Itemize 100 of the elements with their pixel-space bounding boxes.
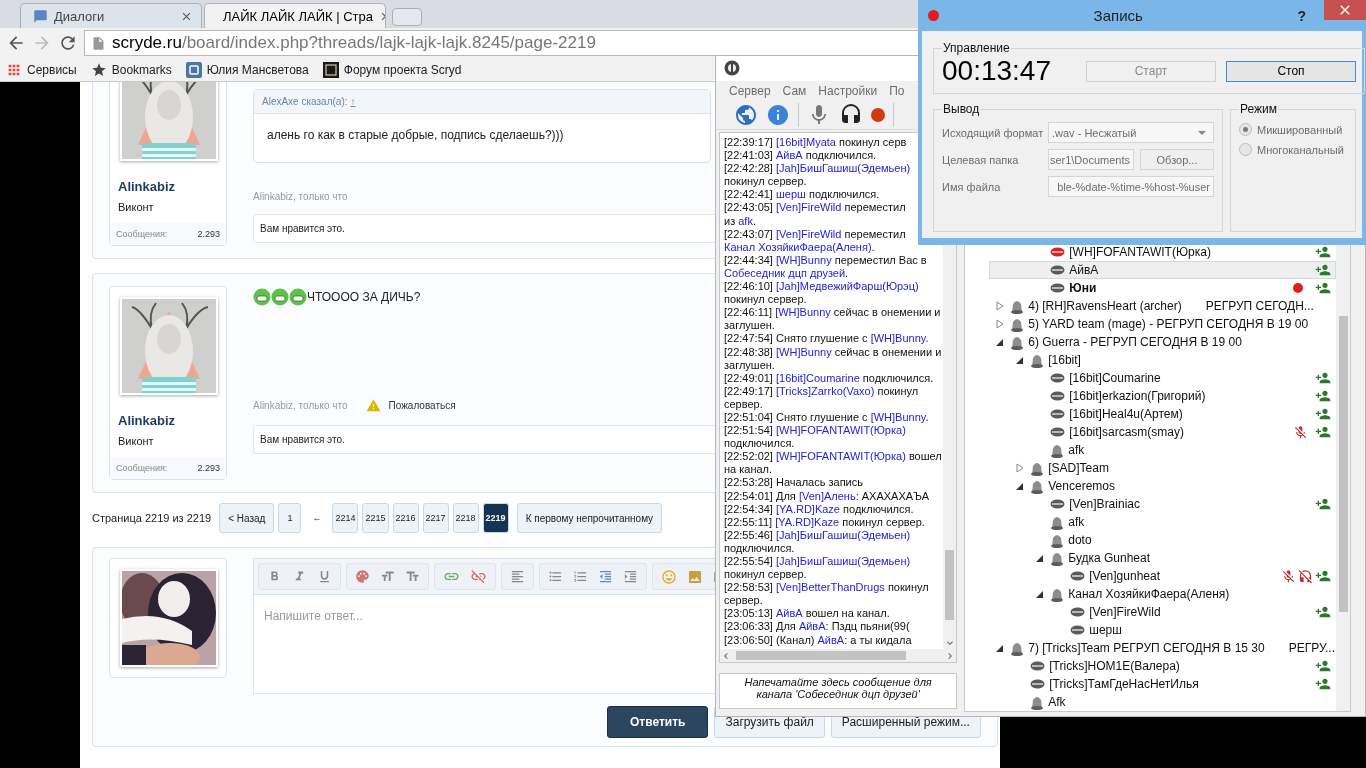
prev-button[interactable]: < Назад (219, 503, 275, 533)
collapse-arrow-icon[interactable] (1016, 481, 1025, 491)
browser-tab[interactable]: ЛАЙК ЛАЙК ЛАЙК | Стра (204, 3, 386, 28)
user-link[interactable]: [Ven]BetterThanDrugs (776, 581, 885, 594)
user-item[interactable]: [Tricks]HOM1E(Валера) (989, 657, 1336, 675)
user-item[interactable]: [16bit]sarcasm(smay) (989, 423, 1336, 441)
bookmark-link[interactable]: Форум проекта Scryd (322, 61, 462, 78)
stop-button[interactable]: Стоп (1226, 60, 1356, 82)
scroll-thumb[interactable] (945, 550, 955, 620)
user-link[interactable]: шерш (776, 188, 806, 201)
channel-item[interactable]: 4) [RH]RavensHeart (archer) РЕГРУП СЕГОДН... (989, 297, 1336, 315)
user-item[interactable]: [Ven]gunheat (989, 567, 1336, 585)
info-icon[interactable] (766, 102, 790, 127)
channel-item[interactable]: 7) [Tricks]Team РЕГРУП СЕГОДНЯ В 15 30 РЕГРУ... (989, 639, 1336, 657)
bookmark-link[interactable]: Bookmarks (90, 61, 172, 78)
first-unread-button[interactable]: К первому непрочитанному (516, 503, 663, 533)
menu-item[interactable]: Настройки (818, 83, 878, 98)
collapse-arrow-icon[interactable] (1016, 355, 1025, 365)
user-link[interactable]: АйвА (776, 607, 803, 620)
close-button[interactable] (1324, 0, 1366, 20)
user-link[interactable]: [16bit]Myata (776, 136, 836, 148)
scroll-thumb[interactable] (1338, 316, 1348, 612)
indent-icon[interactable] (623, 569, 638, 584)
bookmark-link[interactable]: Сервисы (6, 61, 77, 78)
channel-item[interactable]: doto (989, 531, 1336, 549)
channel-item[interactable]: 6) Guerra - РЕГРУП СЕГОДНЯ В 19 00 (989, 333, 1336, 351)
bullet-list-icon[interactable] (548, 569, 563, 584)
user-item[interactable]: [16bit]Coumarine (989, 369, 1336, 387)
folder-field[interactable]: ser1\Documents (1048, 149, 1134, 170)
user-link[interactable]: [Jah]БишГашиш(Эдемьен) (776, 528, 911, 541)
collapse-arrow-icon[interactable] (996, 643, 1005, 653)
user-link[interactable]: [Jah]БишГашиш(Эдемьен) (776, 162, 911, 175)
user-link[interactable]: [WH]Bunny (776, 345, 832, 358)
underline-icon[interactable] (317, 569, 332, 584)
collapse-arrow-icon[interactable] (996, 337, 1005, 347)
user-item[interactable]: [16bit]Heal4u(Артем) (989, 405, 1336, 423)
user-link[interactable]: [WH]FOFANTAWIT(Юрка) (776, 424, 906, 437)
palette-icon[interactable] (355, 569, 370, 584)
channel-item[interactable]: 5) YARD team (mage) - РЕГРУП СЕГОДНЯ В 19 00 (989, 315, 1336, 333)
channel-item[interactable]: [SAD]Team (989, 459, 1336, 477)
new-tab-button[interactable] (392, 8, 422, 26)
user-link[interactable]: [Jah]МедвежийФарш(Юрэц) (776, 280, 919, 293)
page-button[interactable]: 2216 (392, 503, 419, 533)
user-item[interactable]: шерш (989, 621, 1336, 639)
user-link[interactable]: [WH]Bunny (775, 306, 831, 319)
user-link[interactable]: [Tricks]Zarrko(Vaxo) (776, 384, 875, 397)
scroll-thumb[interactable] (736, 651, 906, 660)
browser-tab[interactable]: Диалоги (20, 3, 202, 28)
message-input[interactable]: Напечатайте здесь сообщение для канала 'Собеседник дцп друзей' (719, 673, 958, 709)
menu-item[interactable]: Сервер (729, 83, 771, 98)
align-left-icon[interactable] (510, 569, 525, 584)
user-link[interactable]: АйвА (776, 149, 803, 162)
page-button[interactable]: 2214 (332, 503, 359, 533)
page-button[interactable]: 1 (278, 503, 302, 533)
user-link[interactable]: [Ven]FireWild (776, 201, 842, 214)
user-link[interactable]: [YA.RD]Kaze (775, 515, 840, 528)
menu-item[interactable]: По (889, 83, 905, 98)
user-link[interactable]: [YA.RD]Kaze (776, 502, 840, 515)
mode-radio[interactable]: Микшированный (1239, 123, 1347, 136)
browse-button[interactable]: Обзор... (1140, 149, 1214, 170)
globe-icon[interactable] (734, 102, 758, 127)
smiley-icon[interactable] (661, 568, 677, 585)
help-button[interactable]: ? (1297, 7, 1306, 24)
unlink-icon[interactable] (470, 568, 487, 585)
user-link[interactable]: [Ven]FireWild (776, 227, 842, 240)
user-item[interactable]: Юни (989, 279, 1336, 297)
user-item[interactable]: [Tricks]ТамГдеНасНетИлья (989, 675, 1336, 693)
channel-item[interactable]: afk (989, 441, 1336, 459)
filename-field[interactable]: ble-%date-%time-%host-%user (1048, 176, 1214, 197)
user-item[interactable]: [Ven]FireWild (989, 603, 1336, 621)
page-button[interactable]: 2215 (362, 503, 389, 533)
page-button[interactable]: 2219 (482, 503, 509, 533)
channel-item[interactable]: [16bit] (989, 351, 1336, 369)
font-size-icon[interactable] (380, 569, 395, 584)
collapse-arrow-icon[interactable] (1036, 553, 1045, 563)
bookmark-link[interactable]: Юлия Мансветова (185, 61, 309, 78)
channel-item[interactable]: Afk (989, 693, 1336, 711)
channel-item[interactable]: Будка Gunheat (989, 549, 1336, 567)
user-link[interactable]: afk (738, 214, 753, 227)
image-icon[interactable] (687, 568, 703, 585)
expand-arrow-icon[interactable] (996, 301, 1005, 311)
quote-link[interactable]: ↑ (350, 96, 356, 107)
channel-item[interactable]: afk (989, 513, 1336, 531)
collapse-arrow-icon[interactable] (1036, 589, 1045, 599)
outdent-icon[interactable] (598, 569, 613, 584)
expand-arrow-icon[interactable] (1016, 463, 1025, 473)
numbered-list-icon[interactable] (573, 569, 588, 584)
font-icon[interactable] (405, 569, 420, 584)
user-link[interactable]: [WH]FOFANTAWIT(Юрка) (776, 450, 906, 463)
user-link[interactable]: [16bit]Coumarine (776, 371, 860, 384)
user-link[interactable]: Канал ХозяйкиФаера(Аленя) (724, 240, 872, 253)
user-item[interactable]: [16bit]erkazion(Григорий) (989, 387, 1336, 405)
user-link[interactable]: АйвА (798, 620, 826, 633)
user-item[interactable]: [WH]FOFANTAWIT(Юрка) (989, 243, 1336, 261)
expand-arrow-icon[interactable] (996, 319, 1005, 329)
user-link[interactable]: [WH]Bunny (776, 253, 832, 266)
channel-item[interactable]: Venceremos (989, 477, 1336, 495)
page-button[interactable]: 2218 (452, 503, 479, 533)
page-button[interactable]: 2217 (422, 503, 449, 533)
horizontal-scrollbar[interactable] (720, 649, 957, 662)
